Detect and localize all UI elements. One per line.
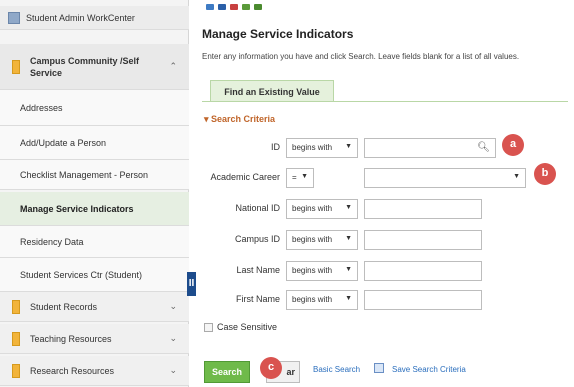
last-name-input[interactable] (364, 261, 482, 281)
last-name-operator-select[interactable]: begins with ▼ (286, 261, 358, 281)
field-row-academic-career: Academic Career = ▼ ▼ (196, 168, 566, 188)
sidebar-item-residency-data[interactable]: Residency Data (0, 226, 189, 258)
sidebar-item-label: Student Services Ctr (Student) (20, 269, 143, 280)
sidebar: Student Admin WorkCenter Campus Communit… (0, 0, 189, 387)
page-title: Manage Service Indicators (202, 27, 354, 41)
save-icon (374, 363, 384, 373)
chevron-up-icon[interactable]: ⌃ (169, 61, 177, 72)
first-name-operator-select[interactable]: begins with ▼ (286, 290, 358, 310)
case-sensitive-checkbox[interactable] (204, 322, 213, 332)
workcenter-icon (8, 11, 20, 24)
search-button[interactable]: Search (204, 361, 250, 383)
chevron-down-icon[interactable]: ⌄ (169, 333, 177, 344)
sidebar-group-campus-community[interactable]: Campus Community /Self Service ⌃ (0, 44, 189, 90)
academic-career-operator-select[interactable]: = ▼ (286, 168, 314, 188)
callout-badge-b: b (534, 163, 556, 185)
callout-badge-a: a (502, 134, 524, 156)
field-label: Campus ID (234, 234, 280, 244)
tab-find-existing-value[interactable]: Find an Existing Value (210, 80, 334, 102)
toolbar-icons (206, 4, 262, 10)
sidebar-item-label: Addresses (20, 102, 63, 113)
field-row-campus-id: Campus ID begins with ▼ (196, 230, 566, 250)
settings-icon[interactable] (242, 4, 250, 10)
sidebar-folder-label: Research Resources (30, 365, 115, 376)
field-label: First Name (235, 294, 280, 304)
field-label: Last Name (236, 265, 280, 275)
help-icon[interactable] (206, 4, 214, 10)
refresh-icon[interactable] (230, 4, 238, 10)
instructions-text: Enter any information you have and click… (202, 52, 520, 61)
academic-career-select[interactable]: ▼ (364, 168, 526, 188)
menu-icon[interactable] (254, 4, 262, 10)
sidebar-item-add-update-person[interactable]: Add/Update a Person (0, 126, 189, 160)
chevron-down-icon[interactable]: ⌄ (169, 365, 177, 376)
folder-icon (12, 59, 20, 74)
basic-search-link[interactable]: Basic Search (313, 365, 360, 374)
sidebar-item-student-admin-workcenter[interactable]: Student Admin WorkCenter (0, 6, 189, 30)
sidebar-folder-student-records[interactable]: Student Records ⌄ (0, 292, 189, 322)
search-icon[interactable]: 🔍︎ (477, 142, 490, 153)
sidebar-folder-label: Student Records (30, 301, 98, 312)
national-id-operator-select[interactable]: begins with ▼ (286, 199, 358, 219)
id-input[interactable]: 🔍︎ (364, 138, 496, 158)
sidebar-item-addresses[interactable]: Addresses (0, 90, 189, 126)
main-content: Manage Service Indicators Enter any info… (196, 0, 574, 387)
select-value: = (292, 173, 297, 182)
national-id-input[interactable] (364, 199, 482, 219)
field-label: ID (271, 142, 280, 152)
sidebar-item-checklist-management[interactable]: Checklist Management - Person (0, 160, 189, 190)
dropdown-arrow-icon: ▼ (345, 143, 352, 150)
sidebar-collapse-handle[interactable]: II (187, 272, 196, 296)
id-operator-select[interactable]: begins with ▼ (286, 138, 358, 158)
folder-icon (12, 299, 20, 314)
sidebar-item-label: Checklist Management - Person (20, 169, 149, 180)
sidebar-folder-label: Teaching Resources (30, 333, 112, 344)
dropdown-arrow-icon: ▼ (301, 173, 308, 180)
campus-id-input[interactable] (364, 230, 482, 250)
field-row-national-id: National ID begins with ▼ (196, 199, 566, 219)
campus-id-operator-select[interactable]: begins with ▼ (286, 230, 358, 250)
tab-divider (202, 101, 568, 102)
select-value: begins with (292, 235, 333, 244)
dropdown-arrow-icon: ▼ (345, 295, 352, 302)
sidebar-group-label: Campus Community /Self Service (30, 55, 140, 78)
sidebar-item-label: Add/Update a Person (20, 137, 107, 148)
field-label: Academic Career (210, 172, 280, 182)
sidebar-item-label: Residency Data (20, 236, 84, 247)
folder-icon (12, 331, 20, 346)
sidebar-item-label: Manage Service Indicators (20, 203, 134, 214)
field-row-first-name: First Name begins with ▼ (196, 290, 566, 310)
dropdown-arrow-icon: ▼ (513, 173, 520, 180)
case-sensitive-label: Case Sensitive (217, 322, 278, 332)
select-value: begins with (292, 295, 333, 304)
sidebar-folder-research-resources[interactable]: Research Resources ⌄ (0, 356, 189, 386)
dropdown-arrow-icon: ▼ (345, 204, 352, 211)
chevron-down-icon[interactable]: ⌄ (169, 301, 177, 312)
sidebar-item-student-services-ctr[interactable]: Student Services Ctr (Student) (0, 258, 189, 292)
sidebar-item-label: Student Admin WorkCenter (26, 12, 135, 23)
select-value: begins with (292, 204, 333, 213)
search-criteria-heading[interactable]: ▾ Search Criteria (204, 114, 275, 125)
sidebar-folder-teaching-resources[interactable]: Teaching Resources ⌄ (0, 324, 189, 354)
case-sensitive-option[interactable]: Case Sensitive (204, 322, 277, 332)
select-value: begins with (292, 143, 333, 152)
folder-icon (12, 363, 20, 378)
notify-icon[interactable] (218, 4, 226, 10)
dropdown-arrow-icon: ▼ (345, 235, 352, 242)
save-search-criteria-link[interactable]: Save Search Criteria (392, 365, 466, 374)
field-row-last-name: Last Name begins with ▼ (196, 261, 566, 281)
field-label: National ID (235, 203, 280, 213)
dropdown-arrow-icon: ▼ (345, 266, 352, 273)
callout-badge-c: c (260, 357, 282, 379)
select-value: begins with (292, 266, 333, 275)
first-name-input[interactable] (364, 290, 482, 310)
sidebar-item-manage-service-indicators[interactable]: Manage Service Indicators (0, 192, 189, 226)
